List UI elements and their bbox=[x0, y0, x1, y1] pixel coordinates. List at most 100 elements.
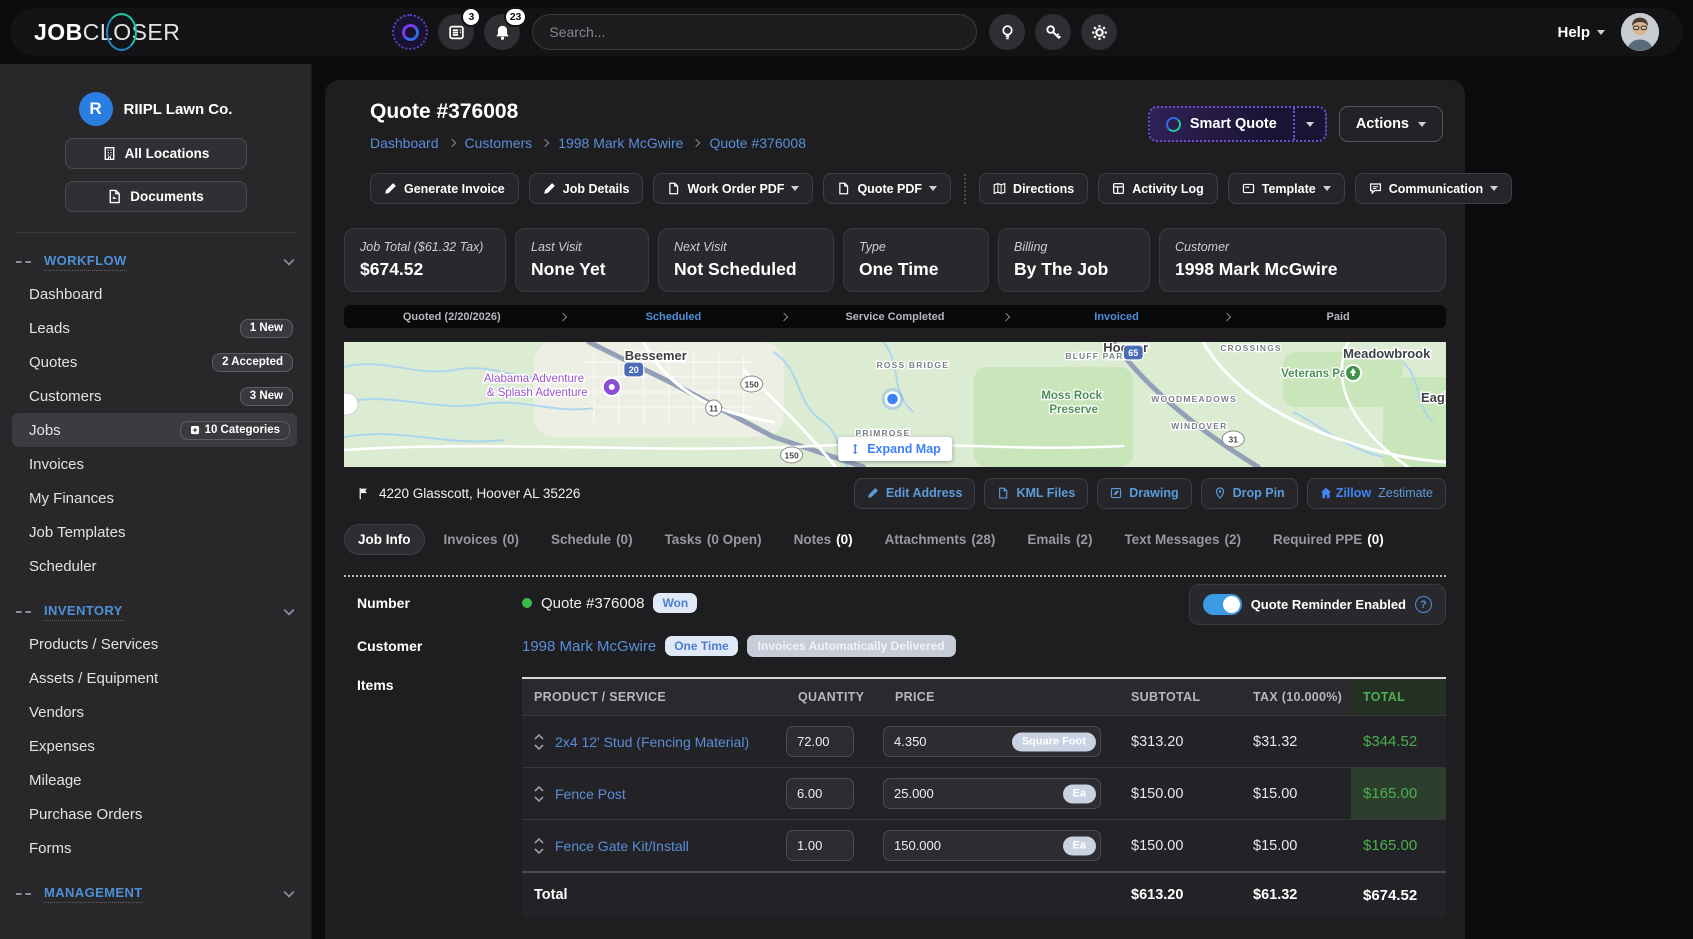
item-link[interactable]: 2x4 12' Stud (Fencing Material) bbox=[555, 734, 749, 750]
section-inventory[interactable]: INVENTORY bbox=[16, 603, 295, 621]
chevron-down-icon[interactable] bbox=[534, 744, 544, 750]
record-status-button[interactable] bbox=[392, 14, 428, 50]
chevron-right-icon bbox=[447, 139, 455, 147]
drawing-button[interactable]: Drawing bbox=[1097, 478, 1191, 509]
sidebar-item-assets-equipment[interactable]: Assets / Equipment bbox=[0, 661, 311, 695]
sidebar-item-scheduler[interactable]: Scheduler bbox=[0, 549, 311, 583]
queue-button[interactable]: 3 bbox=[438, 14, 474, 50]
map-marker-job-location[interactable] bbox=[882, 388, 904, 410]
edit-address-button[interactable]: Edit Address bbox=[854, 478, 976, 509]
sidebar-item-expenses[interactable]: Expenses bbox=[0, 729, 311, 763]
svg-text:150: 150 bbox=[785, 450, 799, 460]
search-input[interactable] bbox=[532, 14, 977, 50]
zillow-zestimate-button[interactable]: Zillow Zestimate bbox=[1307, 478, 1446, 509]
item-link[interactable]: Fence Gate Kit/Install bbox=[555, 838, 689, 854]
reorder-handle[interactable] bbox=[534, 734, 544, 750]
sidebar-item-label: Expenses bbox=[29, 738, 95, 755]
tab-invoices[interactable]: Invoices(0) bbox=[431, 525, 533, 554]
sidebar-item-products-services[interactable]: Products / Services bbox=[0, 627, 311, 661]
tab-schedule[interactable]: Schedule(0) bbox=[538, 525, 646, 554]
smart-quote-button[interactable]: Smart Quote bbox=[1148, 106, 1327, 142]
card-customer: Customer1998 Mark McGwire bbox=[1159, 228, 1446, 292]
map-marker-adventure[interactable] bbox=[603, 378, 621, 396]
template-button[interactable]: Template bbox=[1228, 173, 1345, 204]
sidebar-item-invoices[interactable]: Invoices bbox=[0, 447, 311, 481]
sidebar-item-my-finances[interactable]: My Finances bbox=[0, 481, 311, 515]
card-value: 1998 Mark McGwire bbox=[1175, 259, 1430, 280]
breadcrumb-quote[interactable]: Quote #376008 bbox=[709, 135, 806, 151]
generate-invoice-button[interactable]: Generate Invoice bbox=[370, 173, 519, 204]
sidebar-item-jobs[interactable]: Jobs10 Categories bbox=[12, 413, 297, 447]
item-link[interactable]: Fence Post bbox=[555, 786, 626, 802]
documents-button[interactable]: Documents bbox=[65, 181, 247, 212]
chevron-up-icon[interactable] bbox=[534, 838, 544, 844]
expand-map-label: Expand Map bbox=[867, 442, 941, 456]
sidebar-item-label: Quotes bbox=[29, 354, 77, 371]
tips-button[interactable] bbox=[989, 14, 1025, 50]
job-details-button[interactable]: Job Details bbox=[529, 173, 644, 204]
settings-button[interactable] bbox=[1081, 14, 1117, 50]
sidebar-item-customers[interactable]: Customers3 New bbox=[0, 379, 311, 413]
customer-link[interactable]: 1998 Mark McGwire bbox=[522, 638, 656, 655]
map-view[interactable]: Bessemer Hoover Meadowbrook Eagle Alabam… bbox=[344, 342, 1446, 467]
pencil-icon bbox=[543, 182, 556, 195]
company-switcher[interactable]: R RIIPL Lawn Co. bbox=[0, 92, 311, 126]
sidebar-item-leads[interactable]: Leads1 New bbox=[0, 311, 311, 345]
tab-notes[interactable]: Notes(0) bbox=[781, 525, 866, 554]
quantity-input[interactable] bbox=[786, 778, 854, 809]
activity-log-button[interactable]: Activity Log bbox=[1098, 173, 1218, 204]
sidebar-item-purchase-orders[interactable]: Purchase Orders bbox=[0, 797, 311, 831]
directions-button[interactable]: Directions bbox=[979, 173, 1088, 204]
actions-button[interactable]: Actions bbox=[1339, 106, 1443, 142]
unit-badge: Square Foot bbox=[1012, 732, 1096, 751]
dashes-icon bbox=[16, 893, 31, 895]
sidebar-item-job-templates[interactable]: Job Templates bbox=[0, 515, 311, 549]
reorder-handle[interactable] bbox=[534, 786, 544, 802]
sidebar-item-quotes[interactable]: Quotes2 Accepted bbox=[0, 345, 311, 379]
tab-job-info[interactable]: Job Info bbox=[344, 524, 425, 555]
section-management[interactable]: MANAGEMENT bbox=[16, 885, 295, 903]
map-marker-veterans-park[interactable] bbox=[1345, 365, 1361, 381]
breadcrumb-dashboard[interactable]: Dashboard bbox=[370, 135, 439, 151]
chevron-up-icon[interactable] bbox=[534, 786, 544, 792]
tab-required-ppe[interactable]: Required PPE(0) bbox=[1260, 525, 1397, 554]
sidebar-item-forms[interactable]: Forms bbox=[0, 831, 311, 865]
quote-pdf-button[interactable]: Quote PDF bbox=[823, 173, 951, 204]
table-header: PRODUCT / SERVICE QUANTITY PRICE SUBTOTA… bbox=[522, 679, 1446, 715]
work-order-pdf-button[interactable]: Work Order PDF bbox=[653, 173, 813, 204]
user-avatar[interactable] bbox=[1621, 13, 1659, 51]
drop-pin-button[interactable]: Drop Pin bbox=[1201, 478, 1298, 509]
chevron-down-icon[interactable] bbox=[534, 848, 544, 854]
sidebar-item-vendors[interactable]: Vendors bbox=[0, 695, 311, 729]
tab-attachments[interactable]: Attachments(28) bbox=[872, 525, 1009, 554]
quantity-input[interactable] bbox=[786, 726, 854, 757]
all-locations-button[interactable]: All Locations bbox=[65, 138, 247, 169]
breadcrumb-customer-name[interactable]: 1998 Mark McGwire bbox=[558, 135, 683, 151]
smart-quote-dropdown[interactable] bbox=[1293, 108, 1325, 140]
chevron-down-icon bbox=[283, 608, 295, 616]
section-workflow[interactable]: WORKFLOW bbox=[16, 253, 295, 271]
communication-button[interactable]: Communication bbox=[1355, 173, 1512, 204]
help-question-icon[interactable]: ? bbox=[1415, 596, 1432, 613]
quote-reminder-toggle[interactable] bbox=[1203, 594, 1242, 615]
help-menu[interactable]: Help bbox=[1557, 24, 1605, 41]
kml-files-button[interactable]: KML Files bbox=[984, 478, 1088, 509]
reorder-handle[interactable] bbox=[534, 838, 544, 854]
chevron-up-icon[interactable] bbox=[534, 734, 544, 740]
tab-tasks[interactable]: Tasks(0 Open) bbox=[652, 525, 775, 554]
map-label-crossings: CROSSINGS bbox=[1220, 343, 1282, 353]
permissions-button[interactable] bbox=[1035, 14, 1071, 50]
breadcrumb-customers[interactable]: Customers bbox=[465, 135, 533, 151]
tab-text-messages[interactable]: Text Messages(2) bbox=[1111, 525, 1254, 554]
expand-map-button[interactable]: Expand Map bbox=[838, 437, 952, 461]
quantity-input[interactable] bbox=[786, 830, 854, 861]
sidebar-item-mileage[interactable]: Mileage bbox=[0, 763, 311, 797]
sidebar-item-dashboard[interactable]: Dashboard bbox=[0, 277, 311, 311]
tab-emails[interactable]: Emails(2) bbox=[1014, 525, 1105, 554]
sidebar-item-label: My Finances bbox=[29, 490, 114, 507]
main-panel: Quote #376008 Dashboard Customers 1998 M… bbox=[325, 80, 1465, 939]
notifications-button[interactable]: 23 bbox=[484, 14, 520, 50]
chevron-down-icon[interactable] bbox=[534, 796, 544, 802]
card-icon bbox=[1242, 182, 1255, 195]
status-progress-bar: Quoted (2/20/2026) Scheduled Service Com… bbox=[344, 305, 1446, 328]
